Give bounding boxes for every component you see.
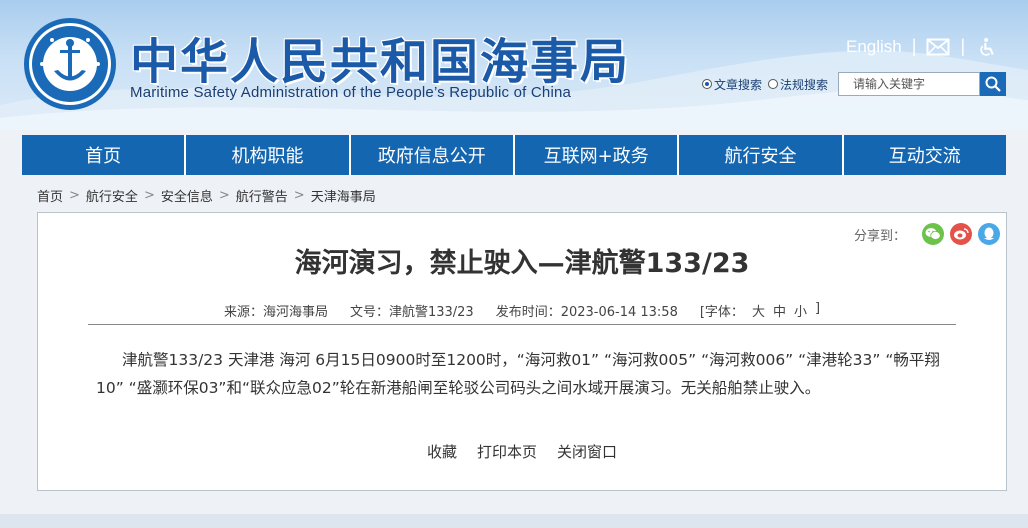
separator: | xyxy=(960,36,966,56)
breadcrumb-separator: > xyxy=(69,188,80,203)
breadcrumb-safety-info[interactable]: 安全信息 xyxy=(161,186,213,205)
article-actions: 收藏 打印本页 关闭窗口 xyxy=(38,441,1006,462)
radio-unchecked[interactable] xyxy=(768,79,779,89)
breadcrumb: 首页 > 航行安全 > 安全信息 > 航行警告 > 天津海事局 xyxy=(37,186,376,205)
font-size-label-close: ] xyxy=(814,301,821,316)
article-doc-number: 文号：津航警133/23 xyxy=(349,305,474,320)
breadcrumb-separator: > xyxy=(143,188,155,203)
breadcrumb-navigation-safety[interactable]: 航行安全 xyxy=(86,186,138,205)
nav-item-functions[interactable]: 机构职能 xyxy=(186,135,351,175)
radio-checked[interactable] xyxy=(702,79,712,89)
article-source: 来源：海河海事局 xyxy=(223,305,328,320)
nav-item-internet-gov[interactable]: 互联网+政务 xyxy=(515,135,680,175)
nav-item-navigation-safety[interactable]: 航行安全 xyxy=(679,135,844,175)
breadcrumb-tianjin-msa[interactable]: 天津海事局 xyxy=(311,186,376,205)
meta-divider xyxy=(88,324,956,325)
article-title: 海河演习，禁止驶入—津航警133/23 xyxy=(294,248,750,279)
separator: | xyxy=(911,36,917,56)
breadcrumb-nav-warnings[interactable]: 航行警告 xyxy=(236,186,288,205)
article-publish-time: 发布时间：2023-06-14 13:58 xyxy=(495,305,678,320)
search-bar: 文章搜索 法规搜索 xyxy=(702,72,1007,96)
font-size-small[interactable]: 小 xyxy=(794,301,807,320)
main-nav: 首页 机构职能 政府信息公开 互联网+政务 航行安全 互动交流 xyxy=(22,135,1006,175)
search-button[interactable] xyxy=(980,72,1007,96)
site-title-en: Maritime Safety Administration of the Pe… xyxy=(130,84,572,101)
breadcrumb-home[interactable]: 首页 xyxy=(37,186,63,205)
site-title-cn: 中华人民共和国海事局 xyxy=(130,34,631,90)
english-link[interactable]: English xyxy=(846,37,902,57)
msa-logo[interactable] xyxy=(22,16,118,112)
font-size-large[interactable]: 大 xyxy=(752,301,765,320)
nav-item-home[interactable]: 首页 xyxy=(22,135,187,175)
page-bottom-strip xyxy=(0,514,1028,528)
accessibility-icon[interactable] xyxy=(975,37,999,57)
search-input[interactable] xyxy=(838,72,981,96)
nav-item-gov-info[interactable]: 政府信息公开 xyxy=(351,135,515,175)
site-header: 中华人民共和国海事局 Maritime Safety Administratio… xyxy=(0,0,1028,130)
print-link[interactable]: 打印本页 xyxy=(477,441,537,462)
top-links: English | | xyxy=(846,36,999,57)
mail-icon[interactable] xyxy=(926,37,950,57)
nav-item-interaction[interactable]: 互动交流 xyxy=(844,135,1006,175)
search-option-law[interactable]: 法规搜索 xyxy=(768,76,828,93)
font-size-label: [字体： xyxy=(699,305,744,320)
font-size-medium[interactable]: 中 xyxy=(773,301,786,320)
search-icon xyxy=(985,76,1001,92)
article-meta: 来源：海河海事局 文号：津航警133/23 发布时间：2023-06-14 13… xyxy=(38,301,1006,320)
search-option-law-label: 法规搜索 xyxy=(780,77,829,92)
search-option-article-label: 文章搜索 xyxy=(714,77,763,92)
breadcrumb-separator: > xyxy=(218,188,230,203)
search-option-article[interactable]: 文章搜索 xyxy=(702,76,762,93)
font-size-control: [字体： 大 中 小 ] xyxy=(700,301,820,320)
breadcrumb-separator: > xyxy=(293,188,305,203)
article-panel: 分享到： 海河演习，禁止驶入—津航警133/23 来源：海河海事局 文号：津航警… xyxy=(37,212,1007,491)
favorite-link[interactable]: 收藏 xyxy=(427,441,457,462)
article-body: 津航警133/23 天津港 海河 6月15日0900时至1200时，“海河救01… xyxy=(96,351,940,397)
close-window-link[interactable]: 关闭窗口 xyxy=(557,441,617,462)
